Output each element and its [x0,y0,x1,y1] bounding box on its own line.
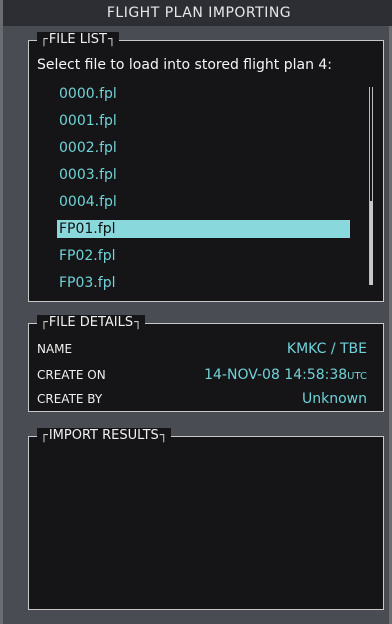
create-on-timestamp: 14-NOV-08 14:58:38 [204,367,348,383]
detail-row-create-by: CREATE BY Unknown [37,390,367,408]
window-frame: FLIGHT PLAN IMPORTING FILE LIST Select f… [0,0,392,624]
file-item-0003[interactable]: 0003.fpl [57,166,350,184]
file-item-fp02[interactable]: FP02.fpl [57,247,350,265]
file-item-fp01-selected[interactable]: FP01.fpl [57,220,350,238]
file-details-label: FILE DETAILS [37,315,145,331]
detail-label-create-on: CREATE ON [37,368,106,382]
detail-row-create-on: CREATE ON 14-NOV-08 14:58:38UTC [37,366,367,384]
detail-value-create-by: Unknown [302,391,367,407]
window-title: FLIGHT PLAN IMPORTING [3,0,392,26]
file-list-panel: FILE LIST Select file to load into store… [28,32,384,302]
detail-value-name: KMKC / TBE [286,341,367,357]
file-list-label: FILE LIST [37,32,119,48]
file-list-scroll-thumb[interactable] [370,201,373,285]
file-item-0002[interactable]: 0002.fpl [57,139,350,157]
file-details-panel: FILE DETAILS NAME KMKC / TBE CREATE ON 1… [28,315,384,412]
detail-value-create-on: 14-NOV-08 14:58:38UTC [204,366,367,386]
import-results-label: IMPORT RESULTS [37,428,171,444]
detail-label-create-by: CREATE BY [37,392,103,406]
file-list-instruction: Select file to load into stored flight p… [37,57,333,73]
detail-label-name: NAME [37,342,73,356]
create-on-utc-suffix: UTC [347,371,367,382]
file-item-0000[interactable]: 0000.fpl [57,85,350,103]
file-item-0001[interactable]: 0001.fpl [57,112,350,130]
file-item-fp03[interactable]: FP03.fpl [57,274,350,292]
file-item-0004[interactable]: 0004.fpl [57,193,350,211]
detail-row-name: NAME KMKC / TBE [37,340,367,358]
import-results-panel: IMPORT RESULTS [28,428,384,610]
